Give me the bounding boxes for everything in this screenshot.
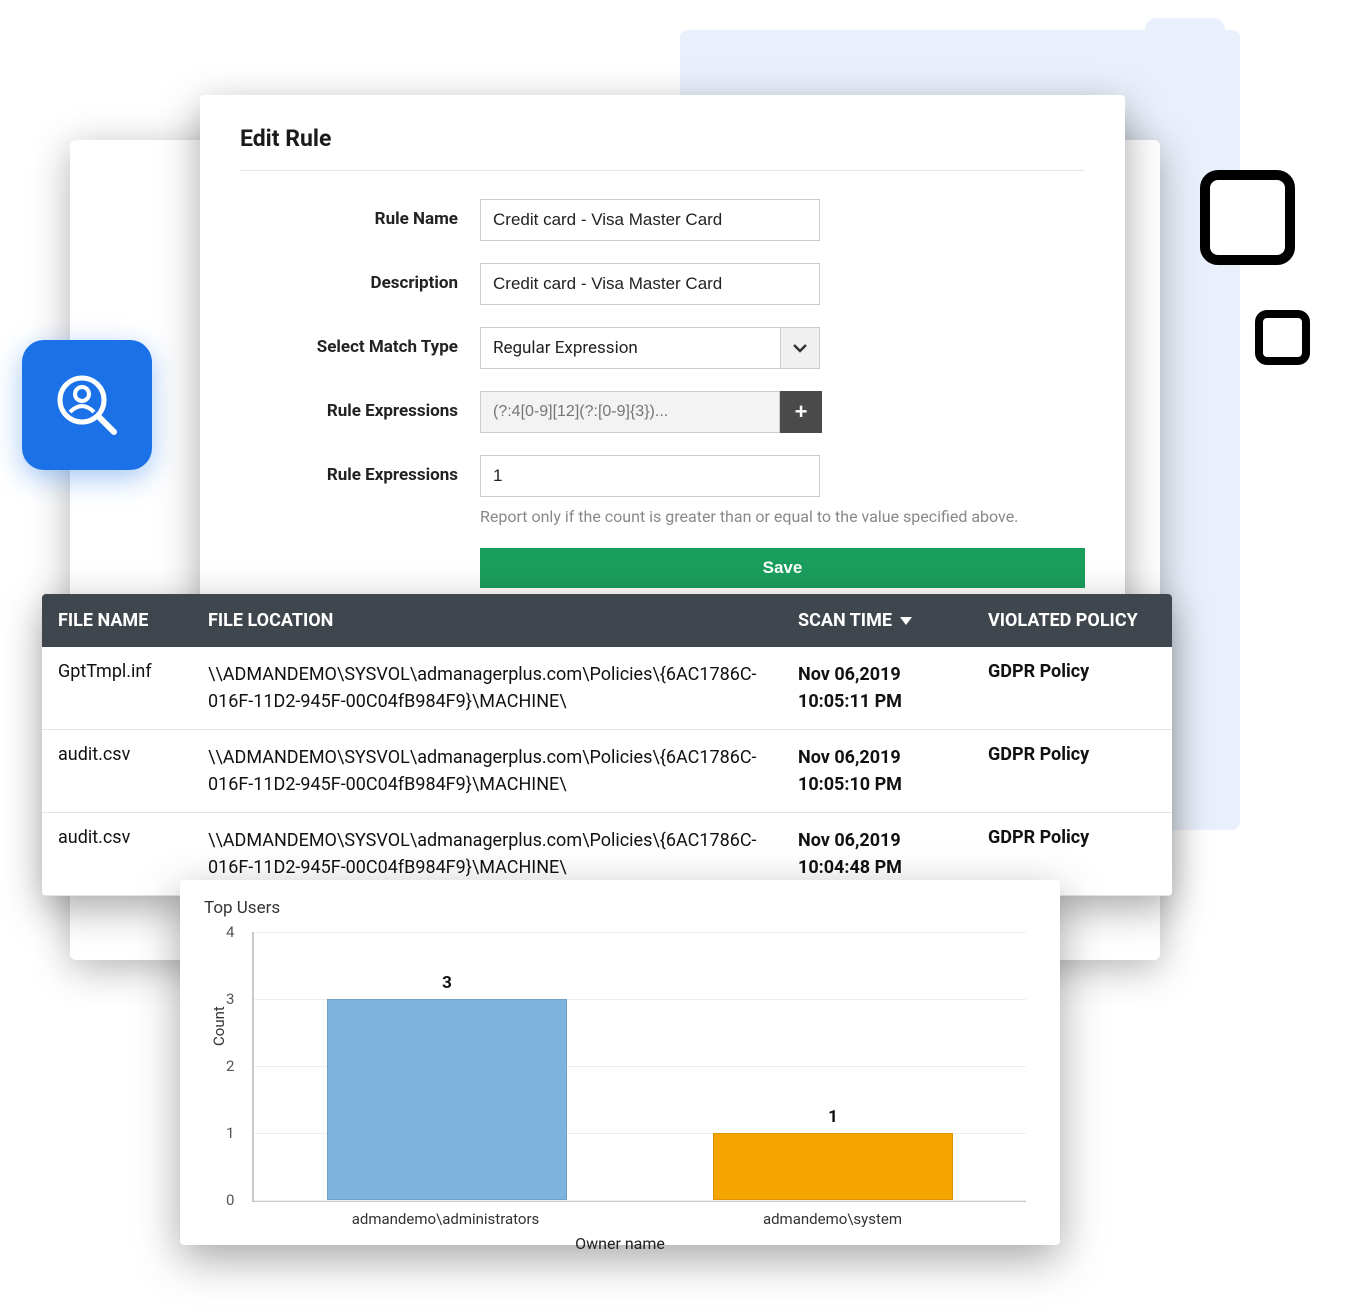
expression-count-input[interactable] <box>480 455 820 497</box>
table-row[interactable]: audit.csv\\ADMANDEMO\SYSVOL\admanagerplu… <box>42 730 1172 813</box>
cell-scan-time: Nov 06,201910:05:10 PM <box>798 744 988 798</box>
cell-file-name: audit.csv <box>58 744 208 798</box>
chart-plot-area: Count 0123431 <box>252 932 1026 1202</box>
label-rule-expressions: Rule Expressions <box>240 391 480 421</box>
bar[interactable] <box>327 999 566 1200</box>
chart-title: Top Users <box>204 898 1036 918</box>
label-description: Description <box>240 263 480 293</box>
rule-name-input[interactable] <box>480 199 820 241</box>
bar-value-label: 1 <box>828 1107 838 1127</box>
cell-policy: GDPR Policy <box>988 744 1156 798</box>
decorative-square-outline <box>1200 170 1295 265</box>
add-expression-button[interactable]: + <box>780 391 822 433</box>
cell-scan-time: Nov 06,201910:05:11 PM <box>798 661 988 715</box>
y-tick: 2 <box>226 1057 234 1075</box>
cell-scan-time: Nov 06,201910:04:48 PM <box>798 827 988 881</box>
y-tick: 1 <box>226 1124 234 1142</box>
col-file-location[interactable]: FILE LOCATION <box>208 610 798 631</box>
table-row[interactable]: GptTmpl.inf\\ADMANDEMO\SYSVOL\admanagerp… <box>42 647 1172 730</box>
col-scan-time-label: SCAN TIME <box>798 610 892 631</box>
decorative-square-outline-small <box>1255 310 1310 365</box>
col-violated-policy[interactable]: VIOLATED POLICY <box>988 610 1156 631</box>
save-button[interactable]: Save <box>480 548 1085 588</box>
scan-results-table: FILE NAME FILE LOCATION SCAN TIME VIOLAT… <box>42 594 1172 896</box>
label-match-type: Select Match Type <box>240 327 480 357</box>
search-user-icon <box>22 340 152 470</box>
decorative-square <box>1145 18 1225 98</box>
cell-file-location: \\ADMANDEMO\SYSVOL\admanagerplus.com\Pol… <box>208 827 798 881</box>
match-type-select[interactable]: Regular Expression <box>480 327 780 369</box>
x-tick: admandemo\administrators <box>252 1210 639 1228</box>
help-text: Report only if the count is greater than… <box>480 507 1085 526</box>
y-axis-label: Count <box>210 1006 228 1046</box>
panel-title: Edit Rule <box>240 125 1085 171</box>
cell-file-name: audit.csv <box>58 827 208 881</box>
label-rule-expressions-count: Rule Expressions <box>240 455 480 485</box>
cell-policy: GDPR Policy <box>988 827 1156 881</box>
top-users-chart: Top Users Count 0 1 2 3 4 3 1 admandemo\admini… <box>180 880 1060 1245</box>
y-tick: 4 <box>226 923 234 941</box>
description-input[interactable] <box>480 263 820 305</box>
col-file-name[interactable]: FILE NAME <box>58 610 208 631</box>
table-header: FILE NAME FILE LOCATION SCAN TIME VIOLAT… <box>42 594 1172 647</box>
col-scan-time[interactable]: SCAN TIME <box>798 610 988 631</box>
y-tick: 0 <box>226 1191 234 1209</box>
rule-expression-input[interactable] <box>480 391 780 433</box>
match-type-value: Regular Expression <box>493 338 638 358</box>
y-tick: 3 <box>226 990 234 1008</box>
cell-file-location: \\ADMANDEMO\SYSVOL\admanagerplus.com\Pol… <box>208 661 798 715</box>
chevron-down-icon[interactable] <box>780 327 820 369</box>
cell-file-name: GptTmpl.inf <box>58 661 208 715</box>
x-axis-label: Owner name <box>204 1234 1036 1253</box>
cell-file-location: \\ADMANDEMO\SYSVOL\admanagerplus.com\Pol… <box>208 744 798 798</box>
cell-policy: GDPR Policy <box>988 661 1156 715</box>
x-tick: admandemo\system <box>639 1210 1026 1228</box>
plus-icon: + <box>795 399 808 425</box>
bar-value-label: 3 <box>442 973 452 993</box>
label-rule-name: Rule Name <box>240 199 480 229</box>
bar[interactable] <box>713 1133 952 1200</box>
sort-desc-icon <box>900 617 912 625</box>
